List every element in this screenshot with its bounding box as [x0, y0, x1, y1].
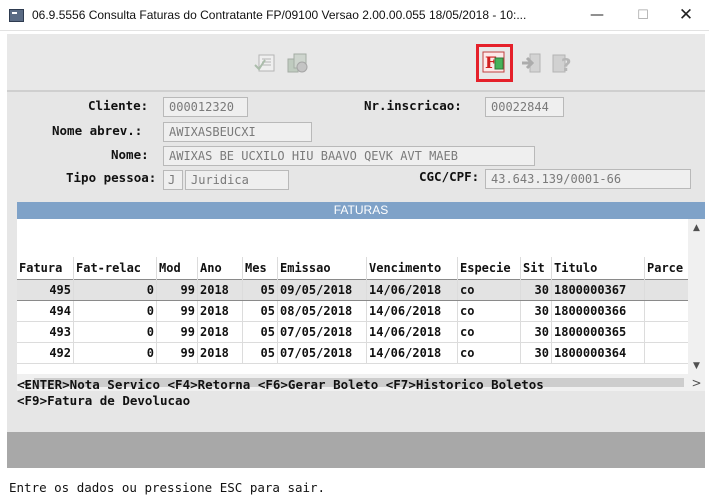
table-cell: 14/06/2018: [366, 321, 458, 343]
column-header[interactable]: Mes: [242, 257, 278, 280]
minimize-button[interactable]: —: [574, 0, 620, 30]
column-header[interactable]: Ano: [197, 257, 243, 280]
exit-icon[interactable]: [517, 48, 547, 78]
table-cell: 1800000364: [551, 342, 645, 364]
scroll-down-icon[interactable]: ▼: [688, 357, 705, 374]
nome-field[interactable]: AWIXAS BE UCXILO HIU BAAVO QEVK AVT MAEB: [163, 146, 535, 166]
column-header[interactable]: Especie: [457, 257, 521, 280]
table-cell: 99: [156, 342, 198, 364]
table-cell: [644, 342, 690, 364]
column-header[interactable]: Emissao: [277, 257, 367, 280]
hint-line-1: <ENTER>Nota Servico <F4>Retorna <F6>Gera…: [17, 377, 544, 392]
close-button[interactable]: ✕: [663, 0, 709, 30]
faturas-table: Fatura Fat-relac Mod Ano Mes Emissao Venciment…: [17, 257, 690, 364]
table-cell: 14/06/2018: [366, 342, 458, 364]
table-cell: 99: [156, 300, 198, 322]
column-header[interactable]: Vencimento: [366, 257, 458, 280]
table-cell: 07/05/2018: [277, 321, 367, 343]
nr-inscricao-label: Nr.inscricao:: [364, 98, 462, 113]
table-cell: 2018: [197, 279, 243, 301]
table-cell: 1800000367: [551, 279, 645, 301]
table-cell: 14/06/2018: [366, 279, 458, 301]
table-cell: [644, 300, 690, 322]
hint-line-2: <F9>Fatura de Devolucao: [17, 393, 191, 408]
toolbar: F ?: [7, 34, 705, 92]
column-header[interactable]: Sit: [520, 257, 552, 280]
table-cell: co: [457, 300, 521, 322]
table-cell: 1800000365: [551, 321, 645, 343]
nome-label: Nome:: [111, 147, 149, 162]
table-cell: 493: [17, 321, 74, 343]
table-cell: [644, 279, 690, 301]
table-cell: 0: [73, 300, 157, 322]
table-cell: 30: [520, 321, 552, 343]
table-cell: 09/05/2018: [277, 279, 367, 301]
table-cell: [644, 321, 690, 343]
cliente-field[interactable]: 000012320: [163, 97, 248, 117]
table-cell: 05: [242, 300, 278, 322]
table-cell: 0: [73, 279, 157, 301]
table-row[interactable]: 494 0 99 2018 05 08/05/2018 14/06/2018 co 30 1800…: [17, 300, 690, 322]
bottom-bar: [7, 432, 705, 468]
tipo-pessoa-label: Tipo pessoa:: [66, 170, 157, 185]
column-header[interactable]: Fat-relac: [73, 257, 157, 280]
table-cell: 05: [242, 342, 278, 364]
table-cell: co: [457, 321, 521, 343]
title-bar: 06.9.5556 Consulta Faturas do Contratant…: [0, 0, 709, 31]
svg-text:?: ?: [561, 55, 571, 76]
table-header-row: Fatura Fat-relac Mod Ano Mes Emissao Venciment…: [17, 257, 690, 280]
table-cell: 05: [242, 321, 278, 343]
cgc-cpf-field[interactable]: 43.643.139/0001-66: [485, 169, 691, 189]
table-cell: 1800000366: [551, 300, 645, 322]
table-cell: 494: [17, 300, 74, 322]
table-row[interactable]: 495 0 99 2018 05 09/05/2018 14/06/2018 co 30 1800…: [17, 279, 690, 301]
status-message: Entre os dados ou pressione ESC para sai…: [9, 480, 326, 495]
table-cell: 0: [73, 321, 157, 343]
table-cell: 30: [520, 342, 552, 364]
nome-abrev-field[interactable]: AWIXASBEUCXI: [163, 122, 312, 142]
function-key-hints: <ENTER>Nota Servico <F4>Retorna <F6>Gera…: [17, 377, 544, 409]
tipo-pessoa-field[interactable]: Juridica: [185, 170, 289, 190]
main-area: F ? Cliente: 000012320 Nr.inscricao: 000…: [7, 34, 705, 468]
cgc-cpf-label: CGC/CPF:: [419, 169, 480, 184]
table-cell: 2018: [197, 342, 243, 364]
table-cell: 0: [73, 342, 157, 364]
column-header[interactable]: Mod: [156, 257, 198, 280]
maximize-button[interactable]: ☐: [620, 0, 666, 30]
scroll-up-icon[interactable]: ▲: [688, 219, 705, 236]
column-header[interactable]: Parce: [644, 257, 690, 280]
highlight-box: [476, 44, 513, 82]
table-cell: 05: [242, 279, 278, 301]
table-cell: 495: [17, 279, 74, 301]
vertical-scrollbar[interactable]: ▲ ▼: [688, 219, 705, 374]
table-cell: 99: [156, 279, 198, 301]
column-header[interactable]: Fatura: [17, 257, 74, 280]
scroll-right-icon[interactable]: >: [688, 374, 705, 391]
table-cell: 30: [520, 279, 552, 301]
table-cell: co: [457, 279, 521, 301]
table-cell: 07/05/2018: [277, 342, 367, 364]
table-cell: 30: [520, 300, 552, 322]
help-icon[interactable]: ?: [549, 48, 579, 78]
grid-title: FATURAS: [17, 202, 705, 219]
table-cell: 08/05/2018: [277, 300, 367, 322]
nome-abrev-label: Nome abrev.:: [52, 123, 143, 138]
table-cell: 99: [156, 321, 198, 343]
table-cell: 2018: [197, 321, 243, 343]
faturas-grid[interactable]: Fatura Fat-relac Mod Ano Mes Emissao Venciment…: [17, 219, 705, 391]
window-title: 06.9.5556 Consulta Faturas do Contratant…: [32, 8, 527, 22]
column-header[interactable]: Titulo: [551, 257, 645, 280]
app-icon: [9, 8, 24, 22]
table-row[interactable]: 492 0 99 2018 05 07/05/2018 14/06/2018 co 30 1800…: [17, 342, 690, 364]
nr-inscricao-field[interactable]: 00022844: [485, 97, 564, 117]
table-cell: co: [457, 342, 521, 364]
table-cell: 2018: [197, 300, 243, 322]
tipo-pessoa-code-field[interactable]: J: [163, 170, 183, 190]
table-row[interactable]: 493 0 99 2018 05 07/05/2018 14/06/2018 co 30 1800…: [17, 321, 690, 343]
invoice-stack-icon[interactable]: [283, 48, 313, 78]
table-cell: 14/06/2018: [366, 300, 458, 322]
table-cell: 492: [17, 342, 74, 364]
list-icon[interactable]: [250, 48, 280, 78]
cliente-label: Cliente:: [88, 98, 149, 113]
